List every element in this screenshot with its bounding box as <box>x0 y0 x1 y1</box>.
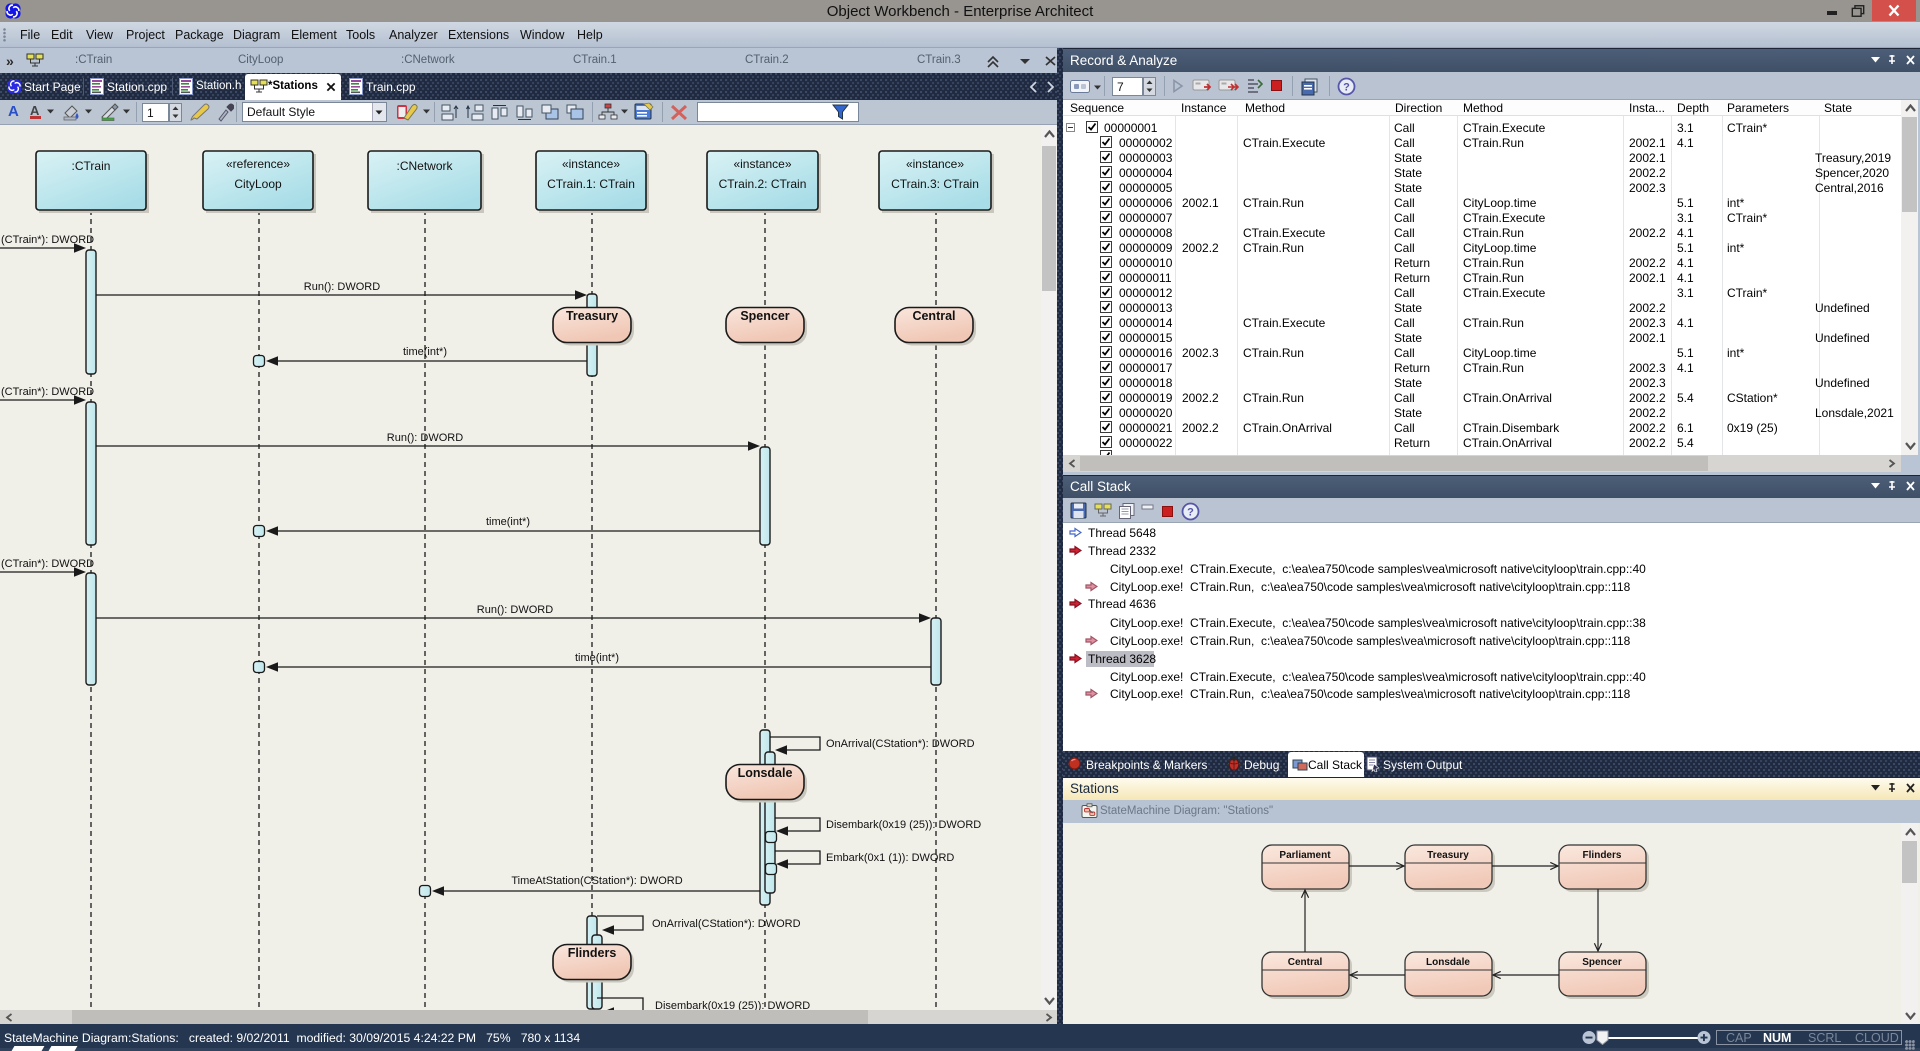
svg-text:Spencer: Spencer <box>740 309 789 323</box>
svg-text:Spencer: Spencer <box>1582 957 1622 968</box>
svg-text:«instance»: «instance» <box>562 157 620 171</box>
svg-text:«instance»: «instance» <box>906 157 964 171</box>
svg-text:«instance»: «instance» <box>733 157 791 171</box>
svg-text:Treasury: Treasury <box>566 309 618 323</box>
svg-text:«reference»: «reference» <box>226 157 290 171</box>
svg-text:Disembark(0x19 (25)): DWORD: Disembark(0x19 (25)): DWORD <box>826 819 981 831</box>
svg-text:(CTrain*): DWORD: (CTrain*): DWORD <box>1 558 94 570</box>
svg-text:time(int*): time(int*) <box>486 516 530 528</box>
svg-text:Disembark(0x19 (25)): DWORD: Disembark(0x19 (25)): DWORD <box>655 1000 810 1010</box>
svg-text:OnArrival(CStation*): DWORD: OnArrival(CStation*): DWORD <box>652 918 801 930</box>
svg-text:CityLoop: CityLoop <box>234 177 282 191</box>
svg-text:TimeAtStation(CStation*): DWOR: TimeAtStation(CStation*): DWORD <box>511 875 682 887</box>
svg-text:Treasury: Treasury <box>1427 850 1469 861</box>
svg-text:Run(): DWORD: Run(): DWORD <box>387 432 463 444</box>
svg-text:Parliament: Parliament <box>1279 850 1331 861</box>
svg-text:Lonsdale: Lonsdale <box>738 766 793 780</box>
svg-text:time(int*): time(int*) <box>575 652 619 664</box>
svg-text:CTrain.3: CTrain: CTrain.3: CTrain <box>891 177 979 191</box>
svg-text::CTrain: :CTrain <box>72 159 111 173</box>
svg-text:Run(): DWORD: Run(): DWORD <box>477 604 553 616</box>
svg-text:OnArrival(CStation*): DWORD: OnArrival(CStation*): DWORD <box>826 738 975 750</box>
svg-text:(CTrain*): DWORD: (CTrain*): DWORD <box>1 386 94 398</box>
svg-text:Run(): DWORD: Run(): DWORD <box>304 281 380 293</box>
svg-text:Central: Central <box>1288 957 1323 968</box>
svg-text:Central: Central <box>912 309 955 323</box>
svg-text:Flinders: Flinders <box>1583 850 1622 861</box>
svg-text:CTrain.2: CTrain: CTrain.2: CTrain <box>719 177 807 191</box>
svg-text:Lonsdale: Lonsdale <box>1426 957 1470 968</box>
svg-text:time(int*): time(int*) <box>403 346 447 358</box>
svg-text:Flinders: Flinders <box>568 946 617 960</box>
svg-text:Embark(0x1 (1)): DWORD: Embark(0x1 (1)): DWORD <box>826 852 954 864</box>
svg-text::CNetwork: :CNetwork <box>396 159 453 173</box>
svg-text:?: ? <box>1343 82 1350 94</box>
svg-text:CTrain.1: CTrain: CTrain.1: CTrain <box>547 177 635 191</box>
svg-text:?: ? <box>1187 507 1194 519</box>
svg-text:(CTrain*): DWORD: (CTrain*): DWORD <box>1 234 94 246</box>
